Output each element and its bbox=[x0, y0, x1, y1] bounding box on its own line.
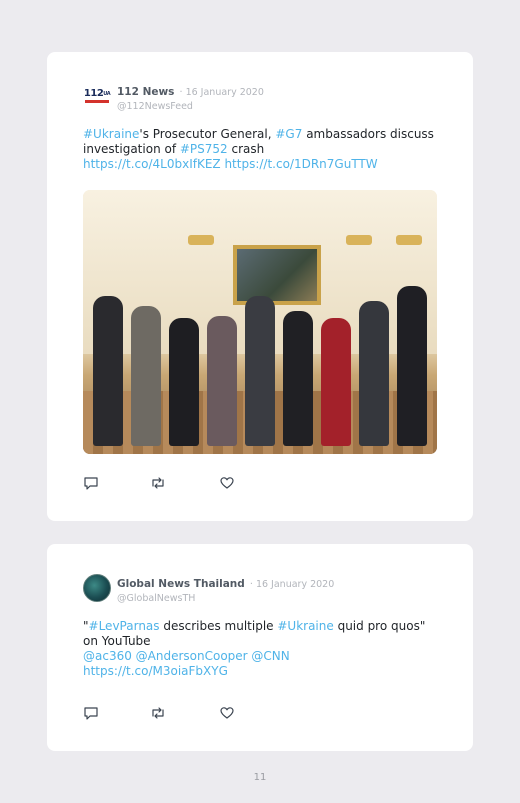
hashtag-link[interactable]: #LevParnas bbox=[89, 619, 160, 633]
tweet-meta: Global News Thailand · 16 January 2020 @… bbox=[117, 572, 334, 604]
tweet-text: #Ukraine's Prosecutor General, #G7 ambas… bbox=[83, 127, 453, 172]
tweet-urls[interactable]: https://t.co/4L0bxIfKEZ https://t.co/1DR… bbox=[83, 157, 453, 172]
tweet-date[interactable]: · 16 January 2020 bbox=[180, 87, 264, 98]
tweet-url[interactable]: https://t.co/M3oiaFbXYG bbox=[83, 664, 453, 679]
retweet-icon[interactable] bbox=[150, 475, 168, 493]
reply-icon[interactable] bbox=[83, 475, 101, 493]
reply-icon[interactable] bbox=[83, 705, 101, 723]
tweet-actions bbox=[83, 705, 243, 723]
tweet-photo[interactable] bbox=[83, 190, 437, 454]
tweet-body-line: on YouTube bbox=[83, 634, 151, 648]
group-of-people bbox=[93, 271, 427, 446]
hashtag-link[interactable]: #Ukraine bbox=[83, 127, 139, 141]
page-number: 11 bbox=[253, 772, 267, 783]
hashtag-link[interactable]: #PS752 bbox=[180, 142, 228, 156]
like-icon[interactable] bbox=[219, 705, 237, 723]
author-name[interactable]: 112 News bbox=[117, 86, 174, 98]
tweet-actions bbox=[83, 475, 243, 493]
author-handle[interactable]: @GlobalNewsTH bbox=[117, 593, 334, 604]
retweet-icon[interactable] bbox=[150, 705, 168, 723]
tweet-text: "#LevParnas describes multiple #Ukraine … bbox=[83, 619, 453, 679]
tweet-date[interactable]: · 16 January 2020 bbox=[250, 579, 334, 590]
avatar-logo-text: 112UA bbox=[83, 88, 111, 99]
tweet-body: #Ukraine's Prosecutor General, #G7 ambas… bbox=[83, 127, 434, 156]
mention-links[interactable]: @ac360 @AndersonCooper @CNN bbox=[83, 649, 453, 664]
112-ua-logo-avatar[interactable]: 112UA bbox=[83, 82, 111, 110]
like-icon[interactable] bbox=[219, 475, 237, 493]
hashtag-link[interactable]: #Ukraine bbox=[277, 619, 333, 633]
tweet-card: 112UA 112 News · 16 January 2020 @112New… bbox=[47, 52, 473, 521]
tweet-meta: 112 News · 16 January 2020 @112NewsFeed bbox=[117, 80, 264, 112]
tweet-card: Global News Thailand · 16 January 2020 @… bbox=[47, 544, 473, 751]
author-name[interactable]: Global News Thailand bbox=[117, 578, 245, 590]
tweet-body: "#LevParnas describes multiple #Ukraine … bbox=[83, 619, 426, 633]
author-handle[interactable]: @112NewsFeed bbox=[117, 101, 264, 112]
hashtag-link[interactable]: #G7 bbox=[275, 127, 302, 141]
globe-avatar[interactable] bbox=[83, 574, 111, 602]
